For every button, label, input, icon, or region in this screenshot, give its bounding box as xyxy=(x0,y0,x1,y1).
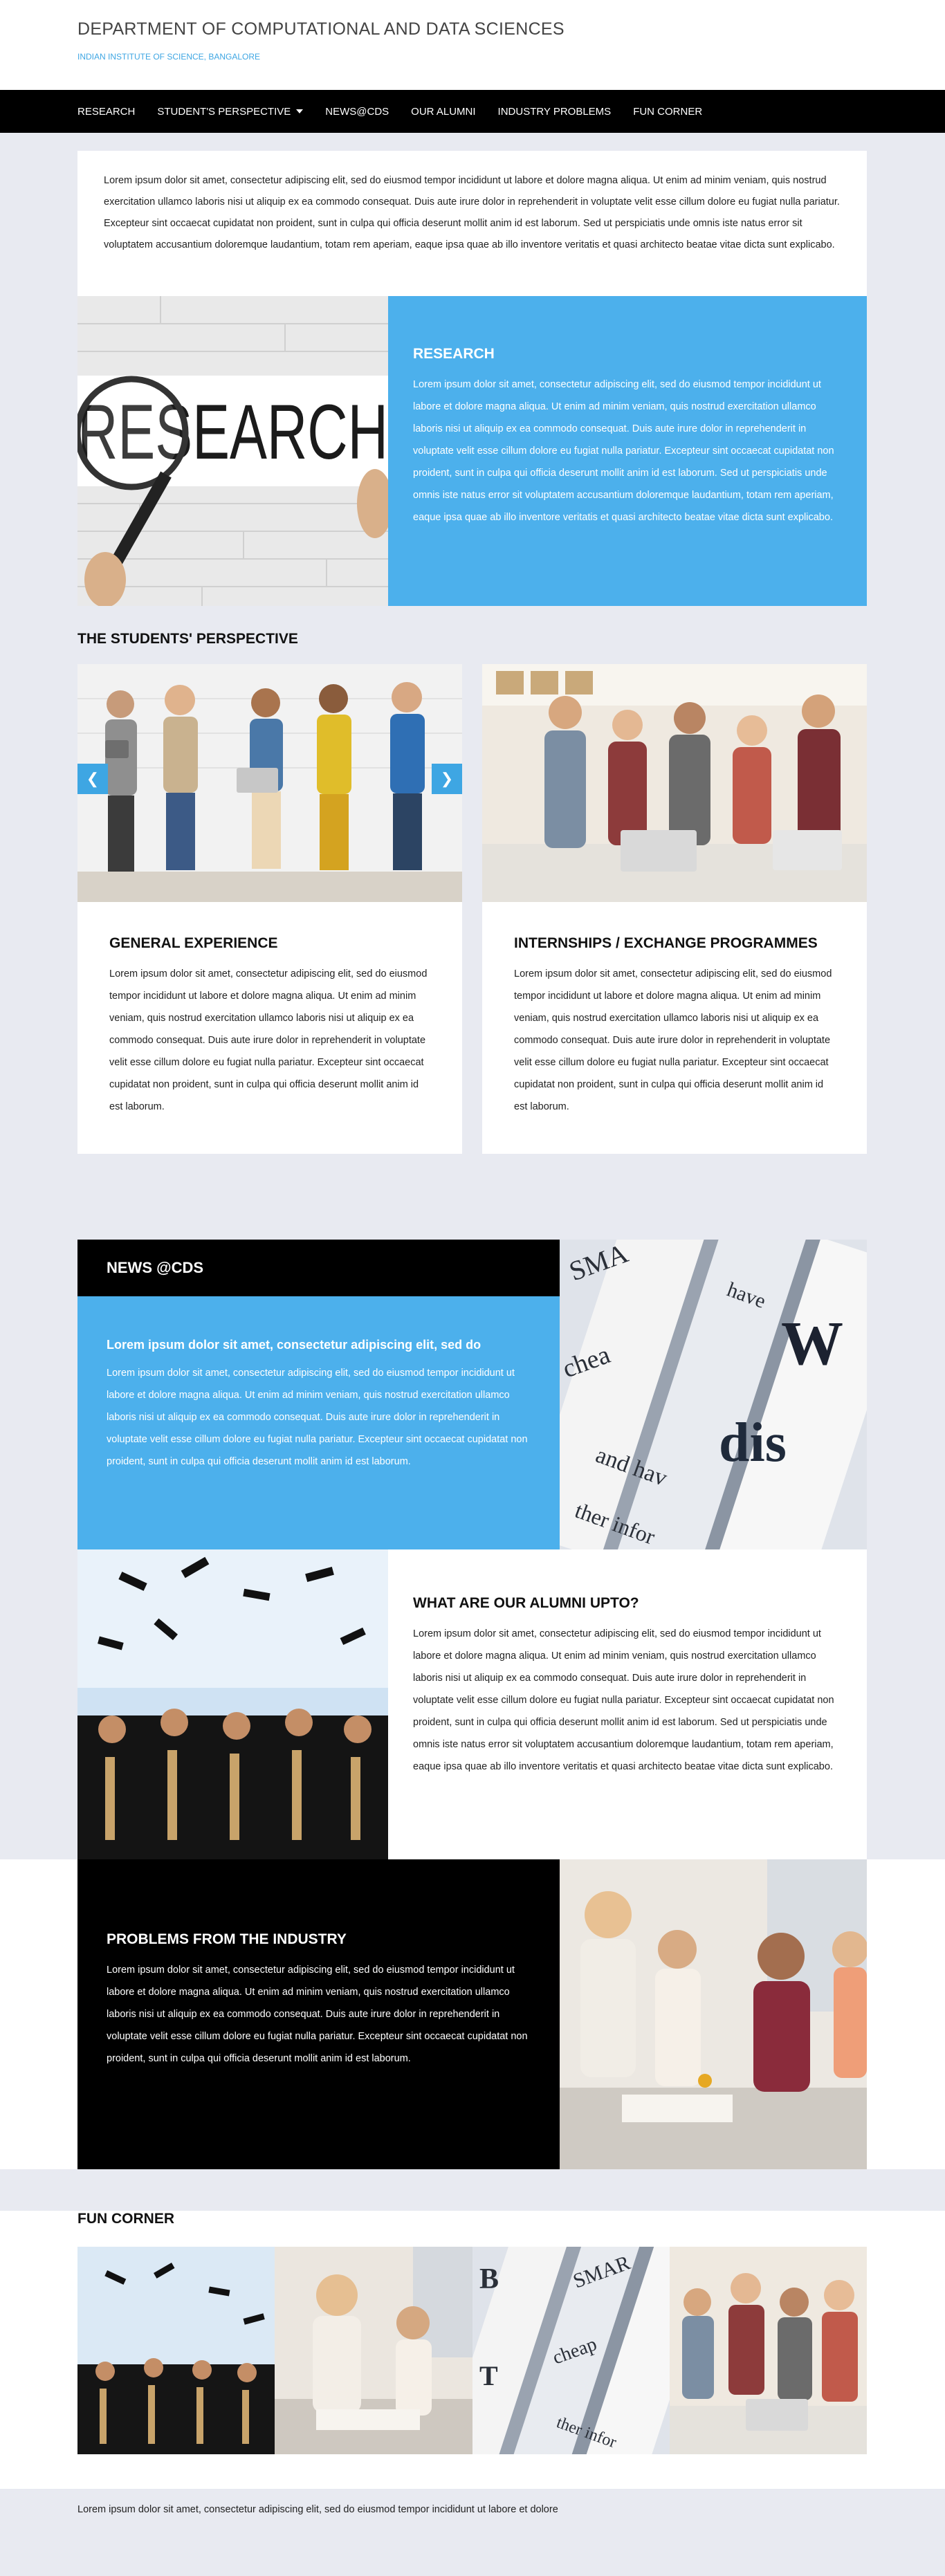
research-image: RESEARCH xyxy=(77,296,388,606)
internships-image xyxy=(482,664,867,902)
industry-body: Lorem ipsum dolor sit amet, consectetur … xyxy=(107,1965,528,2064)
nav-label: NEWS@CDS xyxy=(325,105,389,118)
fun-photo xyxy=(669,2247,867,2454)
news-title: NEWS @CDS xyxy=(77,1240,560,1296)
fun-photo: B SMAR T cheap ther infor xyxy=(472,2247,670,2454)
research-illustration: RESEARCH xyxy=(77,296,388,606)
students-carousel-image: ❮ ❯ xyxy=(77,664,462,902)
nav-label: FUN CORNER xyxy=(633,105,703,118)
carousel-next-button[interactable]: ❯ xyxy=(432,764,462,794)
fun-photo xyxy=(275,2247,472,2454)
card-text: Lorem ipsum dolor sit amet, consectetur … xyxy=(109,968,428,1112)
svg-text:W: W xyxy=(781,1309,843,1378)
card-internships: INTERNSHIPS / EXCHANGE PROGRAMMES Lorem … xyxy=(482,664,867,1154)
footer-text: Lorem ipsum dolor sit amet, consectetur … xyxy=(77,2504,558,2515)
alumni-title[interactable]: WHAT ARE OUR ALUMNI UPTO? xyxy=(413,1595,841,1612)
graduation-image xyxy=(77,1549,388,1859)
fun-gallery: B SMAR T cheap ther infor xyxy=(77,2247,867,2454)
news-left: NEWS @CDS Lorem ipsum dolor sit amet, co… xyxy=(77,1240,560,1549)
nav-label: STUDENT'S PERSPECTIVE xyxy=(157,105,291,118)
research-text-panel: RESEARCH Lorem ipsum dolor sit amet, con… xyxy=(388,296,867,606)
fun-tile-newspaper[interactable]: B SMAR T cheap ther infor xyxy=(472,2247,670,2454)
students-cards: ❮ ❯ GENERAL EXPERIENCE Lorem ipsum dolor… xyxy=(77,664,867,1154)
news-panel: Lorem ipsum dolor sit amet, consectetur … xyxy=(77,1296,560,1549)
research-body: Lorem ipsum dolor sit amet, consectetur … xyxy=(413,379,834,523)
nav-item-research[interactable]: RESEARCH xyxy=(77,106,135,118)
newspaper-photo: SMA chea have W dis and hav ther infor xyxy=(560,1240,867,1549)
svg-text:B: B xyxy=(479,2263,499,2295)
fun-tile-study[interactable] xyxy=(275,2247,472,2454)
research-section: RESEARCH RESEARCH Lorem ipsum dolor sit … xyxy=(77,296,867,606)
feature-container: NEWS @CDS Lorem ipsum dolor sit amet, co… xyxy=(77,1201,867,1859)
feature-wrapper: NEWS @CDS Lorem ipsum dolor sit amet, co… xyxy=(0,1201,945,1859)
site-title[interactable]: DEPARTMENT OF COMPUTATIONAL AND DATA SCI… xyxy=(77,19,945,39)
fun-heading: FUN CORNER xyxy=(77,2211,174,2227)
feature-band xyxy=(0,1177,945,1201)
fun-tile-team[interactable] xyxy=(669,2247,867,2454)
nav-item-students-perspective[interactable]: STUDENT'S PERSPECTIVE xyxy=(157,105,304,118)
graduation-photo xyxy=(77,1549,388,1859)
industry-image xyxy=(560,1859,867,2169)
news-section: NEWS @CDS Lorem ipsum dolor sit amet, co… xyxy=(77,1201,867,1549)
card-title[interactable]: INTERNSHIPS / EXCHANGE PROGRAMMES xyxy=(514,935,838,952)
nav-label: INDUSTRY PROBLEMS xyxy=(497,105,612,118)
card-body: INTERNSHIPS / EXCHANGE PROGRAMMES Lorem … xyxy=(482,902,867,1154)
card-text: Lorem ipsum dolor sit amet, consectetur … xyxy=(514,968,832,1112)
nav-label: OUR ALUMNI xyxy=(411,105,476,118)
card-general-experience: ❮ ❯ GENERAL EXPERIENCE Lorem ipsum dolor… xyxy=(77,664,462,1154)
alumni-body: Lorem ipsum dolor sit amet, consectetur … xyxy=(413,1628,834,1772)
svg-text:dis: dis xyxy=(719,1413,787,1473)
industry-section: PROBLEMS FROM THE INDUSTRY Lorem ipsum d… xyxy=(77,1859,867,2169)
nav-item-fun-corner[interactable]: FUN CORNER xyxy=(633,106,702,118)
students-heading: THE STUDENTS' PERSPECTIVE xyxy=(77,631,298,647)
footer: Lorem ipsum dolor sit amet, consectetur … xyxy=(0,2489,945,2576)
spacer xyxy=(0,2454,945,2489)
industry-wrapper: PROBLEMS FROM THE INDUSTRY Lorem ipsum d… xyxy=(0,1859,945,2169)
chevron-down-icon xyxy=(296,109,304,113)
svg-text:T: T xyxy=(479,2360,498,2391)
fun-wrapper: FUN CORNER B SMAR T cheap ther infor xyxy=(0,2211,945,2454)
alumni-section: WHAT ARE OUR ALUMNI UPTO? Lorem ipsum do… xyxy=(77,1549,867,1859)
main-content: Lorem ipsum dolor sit amet, consectetur … xyxy=(77,151,867,1154)
newspaper-image: SMA chea have W dis and hav ther infor xyxy=(560,1240,867,1549)
carousel-prev-button[interactable]: ❮ xyxy=(77,764,108,794)
nav-label: RESEARCH xyxy=(77,105,136,118)
research-title: RESEARCH xyxy=(413,346,495,362)
main-nav: RESEARCH STUDENT'S PERSPECTIVE NEWS@CDS … xyxy=(0,90,945,133)
internships-photo xyxy=(482,664,867,902)
nav-item-alumni[interactable]: OUR ALUMNI xyxy=(411,106,475,118)
industry-container: PROBLEMS FROM THE INDUSTRY Lorem ipsum d… xyxy=(77,1859,867,2169)
card-body: GENERAL EXPERIENCE Lorem ipsum dolor sit… xyxy=(77,902,462,1154)
students-photo xyxy=(77,664,462,902)
fun-container: FUN CORNER B SMAR T cheap ther infor xyxy=(77,2211,867,2454)
site-subtitle: INDIAN INSTITUTE OF SCIENCE, BANGALORE xyxy=(77,52,261,62)
fun-photo xyxy=(77,2247,275,2454)
industry-photo xyxy=(560,1859,867,2169)
alumni-text-panel: WHAT ARE OUR ALUMNI UPTO? Lorem ipsum do… xyxy=(388,1549,867,1859)
news-body: Lorem ipsum dolor sit amet, consectetur … xyxy=(107,1368,528,1467)
nav-item-news[interactable]: NEWS@CDS xyxy=(325,106,389,118)
nav-item-industry-problems[interactable]: INDUSTRY PROBLEMS xyxy=(498,106,612,118)
intro-text: Lorem ipsum dolor sit amet, consectetur … xyxy=(77,151,867,296)
card-title[interactable]: GENERAL EXPERIENCE xyxy=(109,935,433,952)
news-subtitle[interactable]: Lorem ipsum dolor sit amet, consectetur … xyxy=(107,1338,533,1352)
industry-title[interactable]: PROBLEMS FROM THE INDUSTRY xyxy=(107,1931,532,1948)
industry-text-panel: PROBLEMS FROM THE INDUSTRY Lorem ipsum d… xyxy=(77,1859,560,2169)
fun-tile-graduation[interactable] xyxy=(77,2247,275,2454)
site-header: DEPARTMENT OF COMPUTATIONAL AND DATA SCI… xyxy=(0,0,945,90)
